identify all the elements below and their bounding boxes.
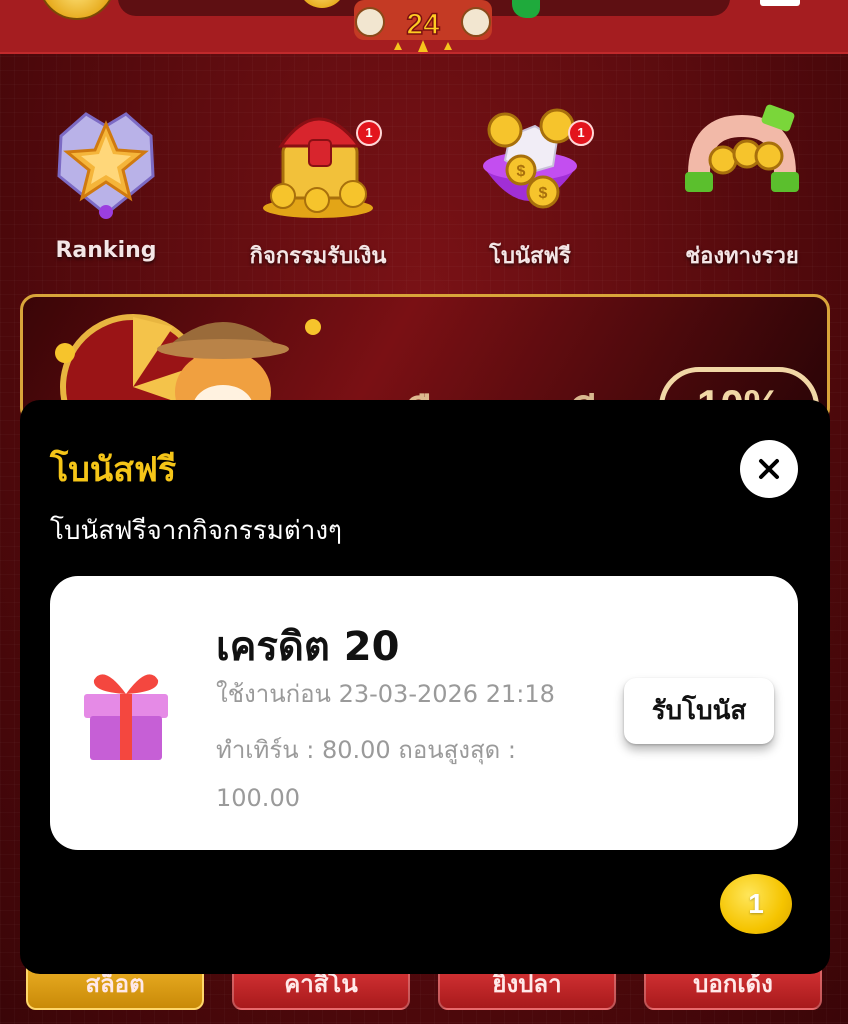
feature-label-earn-activities: กิจกรรมรับเงิน	[249, 244, 387, 269]
feature-ranking[interactable]: Ranking	[6, 96, 206, 276]
bonus-expiry: ใช้งานก่อน 23-03-2026 21:18	[216, 680, 555, 708]
wallet-coin-icon[interactable]	[38, 0, 116, 20]
feature-label-free-bonus: โบนัสฟรี	[489, 244, 571, 269]
close-icon	[759, 459, 779, 479]
bonus-max-withdraw: 100.00	[216, 784, 300, 812]
feature-free-bonus[interactable]: $ $ 1 โบนัสฟรี	[430, 96, 630, 276]
modal-subtitle: โบนัสฟรีจากกิจกรรมต่างๆ	[50, 516, 342, 546]
feature-label-rich-channel: ช่องทางรวย	[685, 244, 799, 269]
logo-number: 24	[406, 8, 440, 41]
menu-icon[interactable]	[760, 0, 800, 6]
treasure-chest-icon	[263, 117, 373, 218]
bonus-credit-title: เครดิต 20	[216, 624, 400, 670]
free-bonus-modal: โบนัสฟรี โบนัสฟรีจากกิจกรรมต่างๆ เครดิต …	[20, 400, 830, 974]
feature-label-ranking: Ranking	[55, 238, 157, 263]
pagination-page-1[interactable]: 1	[720, 874, 792, 934]
svg-text:$: $	[517, 163, 526, 180]
modal-title: โบนัสฟรี	[50, 450, 177, 490]
feature-menu: Ranking 1 กิจกรรมรับเงิน $ $ 1 โบนัสฟรี	[0, 96, 848, 276]
money-magnet-icon	[685, 104, 799, 192]
gold-coins-icon: $ $	[483, 108, 577, 209]
feature-rich-channel[interactable]: ช่องทางรวย	[642, 96, 842, 276]
notification-badge: 1	[356, 120, 382, 146]
close-button[interactable]	[740, 440, 798, 498]
feature-earn-activities[interactable]: 1 กิจกรรมรับเงิน	[218, 96, 418, 276]
star-trophy-icon	[57, 112, 155, 219]
claim-bonus-button[interactable]: รับโบนัส	[624, 678, 774, 744]
top-header: 24	[0, 0, 848, 54]
bonus-turnover: ทำเทิร์น : 80.00 ถอนสูงสุด :	[216, 736, 516, 764]
svg-text:$: $	[539, 185, 548, 202]
gift-icon	[84, 674, 168, 760]
notification-badge: 1	[568, 120, 594, 146]
brand-logo[interactable]: 24	[350, 0, 496, 56]
bonus-card: เครดิต 20 ใช้งานก่อน 23-03-2026 21:18 ทำ…	[50, 576, 798, 850]
